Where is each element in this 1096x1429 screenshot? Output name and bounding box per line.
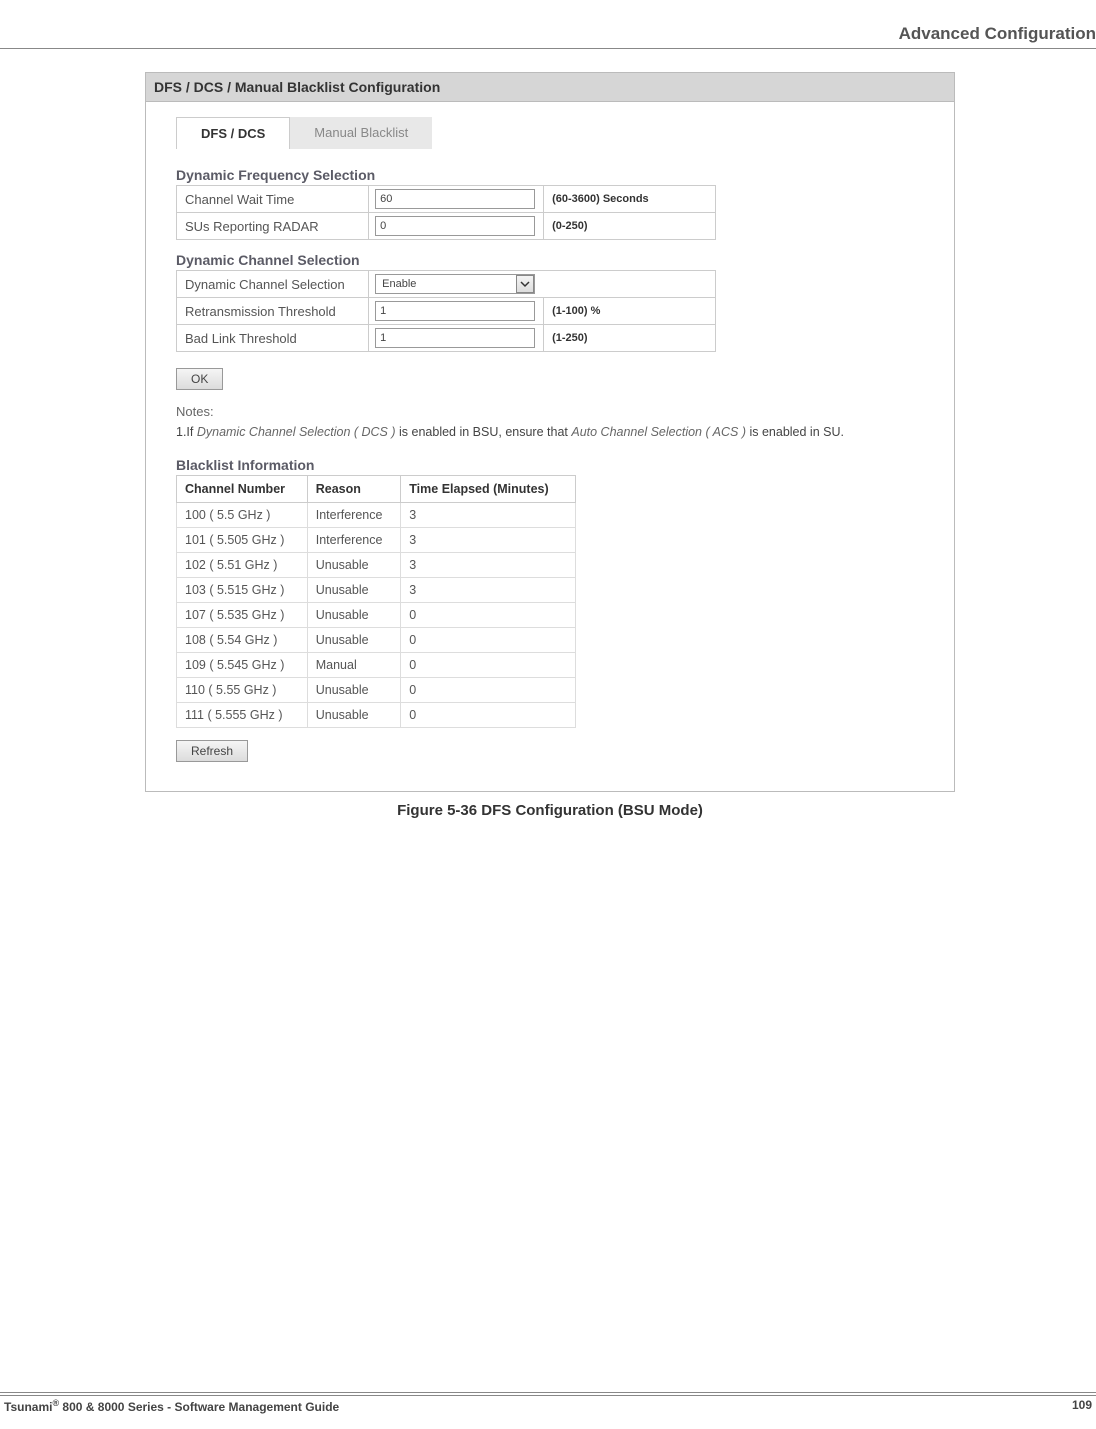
note-text: 1.If bbox=[176, 425, 197, 439]
page-footer: Tsunami® 800 & 8000 Series - Software Ma… bbox=[0, 1392, 1096, 1414]
tab-bar: DFS / DCS Manual Blacklist bbox=[176, 117, 934, 149]
table-row: 102 ( 5.51 GHz )Unusable3 bbox=[177, 553, 576, 578]
table-cell: 109 ( 5.545 GHz ) bbox=[177, 653, 308, 678]
table-cell: Unusable bbox=[307, 703, 401, 728]
table-row: 101 ( 5.505 GHz )Interference3 bbox=[177, 528, 576, 553]
table-cell: 3 bbox=[401, 553, 576, 578]
table-cell: 102 ( 5.51 GHz ) bbox=[177, 553, 308, 578]
dcs-row-retransmission: Retransmission Threshold (1-100) % bbox=[177, 298, 716, 325]
panel-title: DFS / DCS / Manual Blacklist Configurati… bbox=[146, 73, 954, 102]
field-label: SUs Reporting RADAR bbox=[177, 213, 369, 240]
table-cell: Interference bbox=[307, 528, 401, 553]
note-italic: Auto Channel Selection ( ACS ) bbox=[571, 425, 746, 439]
select-value: Enable bbox=[376, 278, 516, 290]
table-cell: 100 ( 5.5 GHz ) bbox=[177, 503, 308, 528]
dfs-row-channel-wait-time: Channel Wait Time (60-3600) Seconds bbox=[177, 186, 716, 213]
field-hint: (60-3600) Seconds bbox=[544, 186, 716, 213]
figure-caption: Figure 5-36 DFS Configuration (BSU Mode) bbox=[145, 802, 955, 819]
table-cell: 101 ( 5.505 GHz ) bbox=[177, 528, 308, 553]
col-time-elapsed: Time Elapsed (Minutes) bbox=[401, 476, 576, 503]
dcs-form-table: Dynamic Channel Selection Enable Retrans… bbox=[176, 270, 716, 352]
col-reason: Reason bbox=[307, 476, 401, 503]
table-cell: Unusable bbox=[307, 578, 401, 603]
table-cell: Unusable bbox=[307, 603, 401, 628]
dfs-row-sus-reporting-radar: SUs Reporting RADAR (0-250) bbox=[177, 213, 716, 240]
notes-label: Notes: bbox=[176, 404, 934, 419]
note-text: is enabled in SU. bbox=[746, 425, 844, 439]
blacklist-heading: Blacklist Information bbox=[176, 457, 934, 473]
dcs-enable-select[interactable]: Enable bbox=[375, 274, 535, 294]
field-label: Retransmission Threshold bbox=[177, 298, 369, 325]
table-cell: Unusable bbox=[307, 678, 401, 703]
table-row: 100 ( 5.5 GHz )Interference3 bbox=[177, 503, 576, 528]
table-cell: 107 ( 5.535 GHz ) bbox=[177, 603, 308, 628]
field-label: Dynamic Channel Selection bbox=[177, 271, 369, 298]
table-row: 108 ( 5.54 GHz )Unusable0 bbox=[177, 628, 576, 653]
dcs-row-select: Dynamic Channel Selection Enable bbox=[177, 271, 716, 298]
table-cell: 0 bbox=[401, 603, 576, 628]
field-hint: (1-100) % bbox=[544, 298, 716, 325]
refresh-button[interactable]: Refresh bbox=[176, 740, 248, 762]
table-row: 103 ( 5.515 GHz )Unusable3 bbox=[177, 578, 576, 603]
tab-manual-blacklist[interactable]: Manual Blacklist bbox=[290, 117, 432, 149]
footer-text: 800 & 8000 Series - Software Management … bbox=[59, 1400, 339, 1414]
table-cell: Interference bbox=[307, 503, 401, 528]
note-italic: Dynamic Channel Selection ( DCS ) bbox=[197, 425, 396, 439]
dfs-form-table: Channel Wait Time (60-3600) Seconds SUs … bbox=[176, 185, 716, 240]
ok-button[interactable]: OK bbox=[176, 368, 223, 390]
sus-reporting-radar-input[interactable] bbox=[375, 216, 535, 236]
page-header-title: Advanced Configuration bbox=[899, 24, 1096, 44]
table-cell: 3 bbox=[401, 578, 576, 603]
blacklist-table: Channel Number Reason Time Elapsed (Minu… bbox=[176, 475, 576, 728]
field-hint: (1-250) bbox=[544, 325, 716, 352]
table-cell: 0 bbox=[401, 653, 576, 678]
dcs-heading: Dynamic Channel Selection bbox=[176, 252, 934, 268]
tab-dfs-dcs[interactable]: DFS / DCS bbox=[176, 117, 290, 149]
table-cell: Unusable bbox=[307, 628, 401, 653]
table-cell: 108 ( 5.54 GHz ) bbox=[177, 628, 308, 653]
table-cell: 0 bbox=[401, 628, 576, 653]
bad-link-threshold-input[interactable] bbox=[375, 328, 535, 348]
table-row: 111 ( 5.555 GHz )Unusable0 bbox=[177, 703, 576, 728]
table-cell: 111 ( 5.555 GHz ) bbox=[177, 703, 308, 728]
table-cell: Unusable bbox=[307, 553, 401, 578]
field-label: Bad Link Threshold bbox=[177, 325, 369, 352]
table-cell: 103 ( 5.515 GHz ) bbox=[177, 578, 308, 603]
table-cell: 0 bbox=[401, 703, 576, 728]
table-cell: 110 ( 5.55 GHz ) bbox=[177, 678, 308, 703]
table-cell: 3 bbox=[401, 503, 576, 528]
dfs-heading: Dynamic Frequency Selection bbox=[176, 167, 934, 183]
table-cell: Manual bbox=[307, 653, 401, 678]
table-row: 107 ( 5.535 GHz )Unusable0 bbox=[177, 603, 576, 628]
config-panel: DFS / DCS / Manual Blacklist Configurati… bbox=[145, 72, 955, 792]
footer-text: Tsunami bbox=[4, 1400, 52, 1414]
note-1: 1.If Dynamic Channel Selection ( DCS ) i… bbox=[176, 425, 934, 439]
table-cell: 0 bbox=[401, 678, 576, 703]
table-row: 109 ( 5.545 GHz )Manual0 bbox=[177, 653, 576, 678]
chevron-down-icon bbox=[516, 275, 534, 293]
header-divider bbox=[0, 48, 1096, 49]
page-number: 109 bbox=[1072, 1398, 1092, 1414]
col-channel-number: Channel Number bbox=[177, 476, 308, 503]
field-hint: (0-250) bbox=[544, 213, 716, 240]
channel-wait-time-input[interactable] bbox=[375, 189, 535, 209]
table-cell: 3 bbox=[401, 528, 576, 553]
table-row: 110 ( 5.55 GHz )Unusable0 bbox=[177, 678, 576, 703]
dcs-row-bad-link: Bad Link Threshold (1-250) bbox=[177, 325, 716, 352]
retransmission-threshold-input[interactable] bbox=[375, 301, 535, 321]
footer-guide-title: Tsunami® 800 & 8000 Series - Software Ma… bbox=[4, 1398, 339, 1414]
field-label: Channel Wait Time bbox=[177, 186, 369, 213]
note-text: is enabled in BSU, ensure that bbox=[396, 425, 572, 439]
